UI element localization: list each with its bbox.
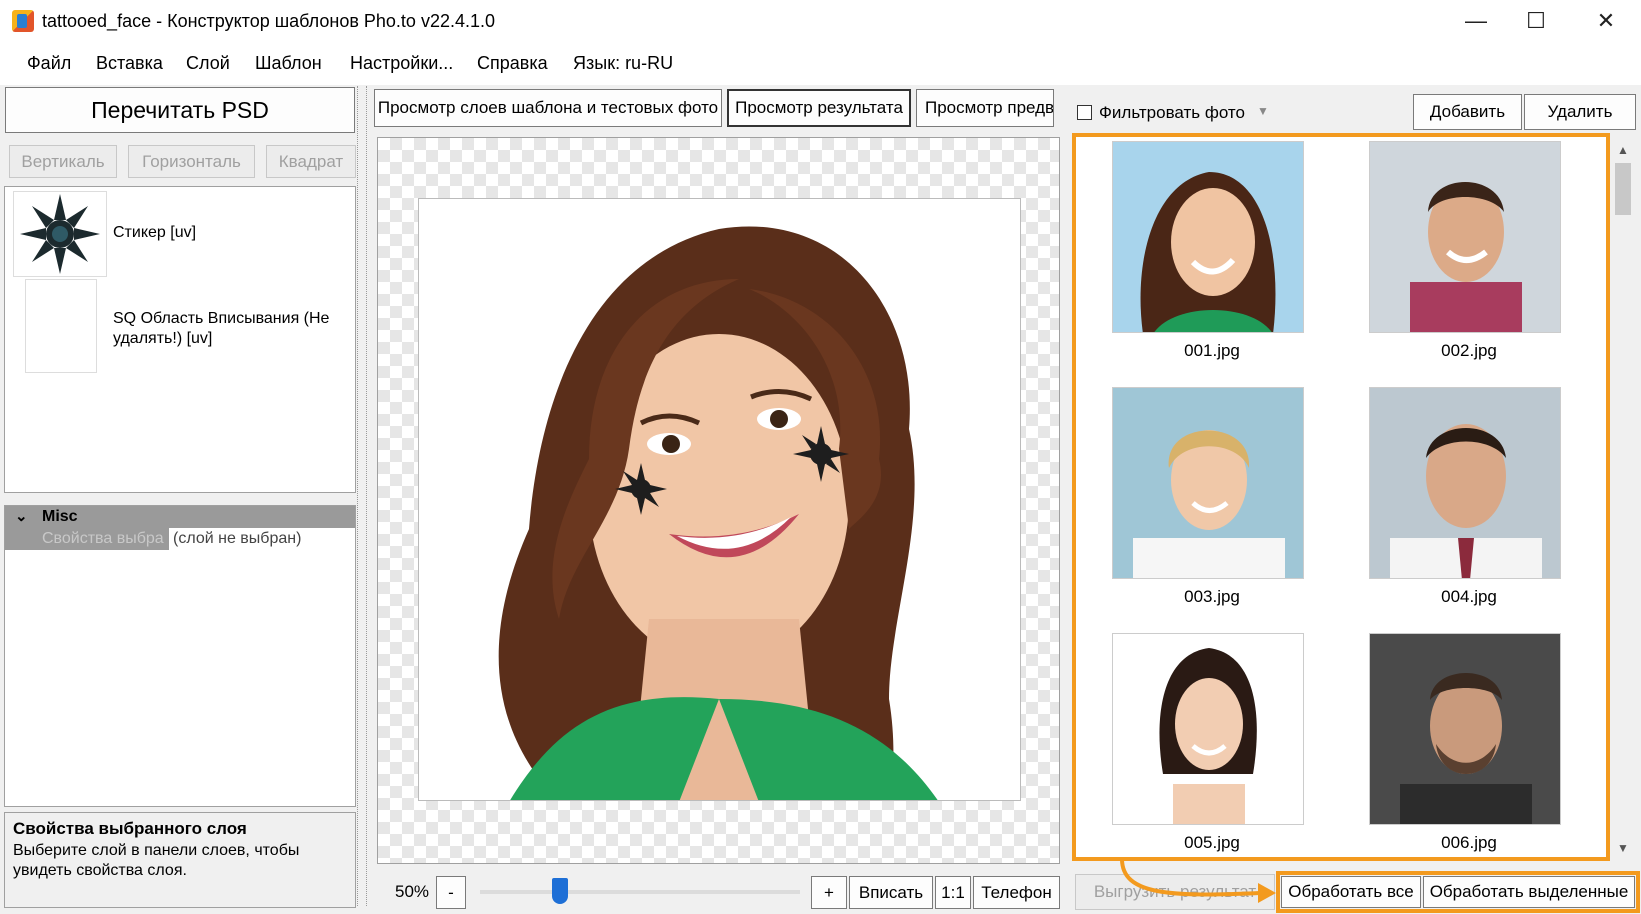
photo-item[interactable]: 004.jpg — [1359, 387, 1561, 606]
photo-gallery: 001.jpg 002.jpg 003.jpg 004.jpg 005.jpg … — [1072, 133, 1610, 861]
menu-language[interactable]: Язык: ru-RU — [573, 53, 673, 74]
annotation-arrow-icon — [1120, 858, 1276, 903]
property-row[interactable]: Свойства выбра (слой не выбран) — [5, 528, 355, 550]
photo-item[interactable]: 003.jpg — [1102, 387, 1304, 606]
property-grid: ⌄ Misc Свойства выбра (слой не выбран) — [4, 505, 356, 807]
layer-label: Стикер [uv] — [113, 224, 197, 241]
photo-caption: 002.jpg — [1441, 341, 1497, 360]
photo-caption: 006.jpg — [1441, 833, 1497, 852]
scroll-thumb[interactable] — [1615, 163, 1631, 215]
property-group-name: Misc — [42, 508, 78, 525]
panel-splitter[interactable] — [357, 86, 367, 906]
sun-tattoo-icon — [20, 194, 100, 274]
app-icon — [12, 10, 34, 32]
scroll-down-icon[interactable]: ▼ — [1617, 841, 1629, 855]
photo-thumbnail — [1369, 141, 1561, 333]
vertical-button[interactable]: Вертикаль — [9, 145, 117, 178]
property-name: Свойства выбра — [42, 530, 164, 547]
photo-caption: 003.jpg — [1184, 587, 1240, 606]
help-text: Выберите слой в панели слоев, чтобы увид… — [13, 842, 300, 879]
photo-thumbnail — [1369, 387, 1561, 579]
photo-item[interactable]: 001.jpg — [1102, 141, 1304, 360]
photo-caption: 001.jpg — [1184, 341, 1240, 360]
scroll-up-icon[interactable]: ▲ — [1617, 143, 1629, 157]
process-selected-button[interactable]: Обработать выделенные — [1423, 876, 1635, 908]
menu-insert[interactable]: Вставка — [96, 53, 163, 74]
add-button[interactable]: Добавить — [1413, 94, 1522, 130]
dropdown-arrow-icon[interactable]: ▼ — [1257, 104, 1269, 118]
collapse-chevron-icon[interactable]: ⌄ — [15, 507, 28, 525]
fit-button[interactable]: Вписать — [849, 876, 933, 909]
square-button[interactable]: Квадрат — [266, 145, 356, 178]
zoom-in-button[interactable]: + — [811, 876, 847, 909]
help-title: Свойства выбранного слоя — [13, 819, 247, 838]
menu-template[interactable]: Шаблон — [255, 53, 322, 74]
maximize-button[interactable]: ☐ — [1501, 0, 1571, 42]
filter-label[interactable]: Фильтровать фото — [1099, 103, 1245, 123]
property-value: (слой не выбран) — [169, 528, 355, 550]
menu-settings[interactable]: Настройки... — [350, 53, 453, 74]
one-to-one-button[interactable]: 1:1 — [935, 876, 971, 909]
menu-file[interactable]: Файл — [27, 53, 71, 74]
photo-thumbnail — [1112, 141, 1304, 333]
menu-help[interactable]: Справка — [477, 53, 548, 74]
horizontal-button[interactable]: Горизонталь — [128, 145, 255, 178]
delete-button[interactable]: Удалить — [1524, 94, 1636, 130]
layer-item-fit-area[interactable]: SQ Область Вписывания (Не удалять!) [uv] — [9, 279, 349, 373]
property-group-header[interactable]: ⌄ Misc — [5, 506, 355, 528]
process-all-button[interactable]: Обработать все — [1281, 876, 1421, 908]
photo-caption: 004.jpg — [1441, 587, 1497, 606]
photo-thumbnail — [1112, 633, 1304, 825]
tab-preview[interactable]: Просмотр предв — [916, 89, 1054, 127]
reread-psd-button[interactable]: Перечитать PSD — [5, 87, 355, 133]
gallery-scrollbar[interactable]: ▲ ▼ — [1612, 141, 1634, 861]
photo-caption: 005.jpg — [1184, 833, 1240, 852]
menu-bar: Файл Вставка Слой Шаблон Настройки... Сп… — [0, 42, 1641, 86]
tab-result-preview[interactable]: Просмотр результата — [727, 89, 911, 127]
layers-panel: Стикер [uv] SQ Область Вписывания (Не уд… — [4, 186, 356, 493]
zoom-label: 50% — [395, 882, 430, 901]
zoom-slider-track[interactable] — [480, 878, 800, 904]
photo-thumbnail — [1369, 633, 1561, 825]
result-photo — [418, 198, 1021, 801]
help-panel: Свойства выбранного слоя Выберите слой в… — [4, 812, 356, 908]
zoom-slider-thumb[interactable] — [552, 878, 568, 904]
photo-item[interactable]: 005.jpg — [1102, 633, 1304, 852]
filter-checkbox[interactable] — [1077, 105, 1092, 120]
layer-item-sticker[interactable]: Стикер [uv] — [9, 191, 349, 277]
window-title: tattooed_face - Конструктор шаблонов Pho… — [42, 11, 495, 31]
photo-item[interactable]: 006.jpg — [1359, 633, 1561, 852]
close-button[interactable]: ✕ — [1571, 0, 1641, 42]
menu-layer[interactable]: Слой — [186, 53, 230, 74]
title-bar: tattooed_face - Конструктор шаблонов Pho… — [0, 0, 1641, 42]
layer-label: SQ Область Вписывания (Не удалять!) [uv] — [113, 310, 330, 347]
tattooed-woman-photo — [419, 199, 1020, 800]
phone-button[interactable]: Телефон — [973, 876, 1060, 909]
photo-item[interactable]: 002.jpg — [1359, 141, 1561, 360]
tab-layers-preview[interactable]: Просмотр слоев шаблона и тестовых фото — [374, 89, 722, 127]
fit-area-thumbnail — [25, 279, 97, 373]
photo-thumbnail — [1112, 387, 1304, 579]
sticker-thumbnail — [13, 191, 107, 277]
zoom-out-button[interactable]: - — [436, 876, 466, 909]
